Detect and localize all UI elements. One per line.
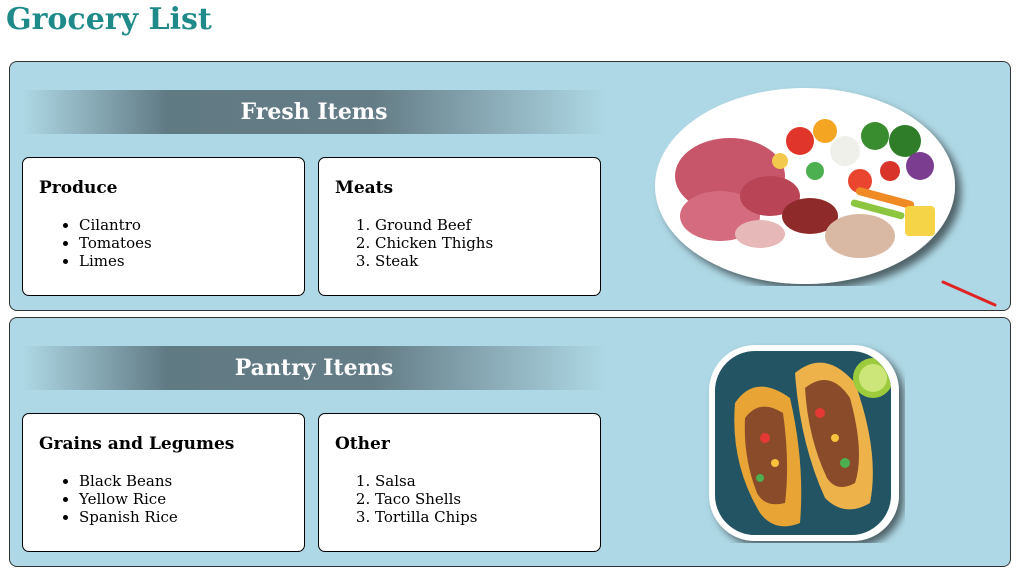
list-item: Tortilla Chips: [375, 508, 477, 526]
list-item: Tomatoes: [79, 234, 152, 252]
fresh-items-section: Fresh Items Produce Cilantro Tomatoes Li…: [9, 61, 1011, 311]
section-banner-title: Fresh Items: [240, 99, 388, 125]
pantry-items-section: Pantry Items Grains and Legumes Black Be…: [9, 317, 1011, 567]
grains-list: Black Beans Yellow Rice Spanish Rice: [39, 472, 178, 526]
card-title: Other: [335, 434, 390, 454]
list-item: Chicken Thighs: [375, 234, 493, 252]
card-title: Produce: [39, 178, 118, 198]
produce-card: Produce Cilantro Tomatoes Limes: [22, 157, 305, 296]
list-item: Salsa: [375, 472, 477, 490]
meats-list: Ground Beef Chicken Thighs Steak: [335, 216, 493, 270]
list-item: Black Beans: [79, 472, 178, 490]
section-banner-title: Pantry Items: [234, 355, 394, 381]
page-title: Grocery List: [6, 2, 212, 37]
tacos-image: [709, 345, 899, 541]
annotation-stroke: [941, 280, 997, 307]
list-item: Cilantro: [79, 216, 152, 234]
other-list: Salsa Taco Shells Tortilla Chips: [335, 472, 477, 526]
section-banner: Fresh Items: [22, 90, 606, 134]
list-item: Ground Beef: [375, 216, 493, 234]
card-title: Grains and Legumes: [39, 434, 235, 454]
grains-legumes-card: Grains and Legumes Black Beans Yellow Ri…: [22, 413, 305, 552]
card-title: Meats: [335, 178, 394, 198]
list-item: Taco Shells: [375, 490, 477, 508]
meats-card: Meats Ground Beef Chicken Thighs Steak: [318, 157, 601, 296]
other-card: Other Salsa Taco Shells Tortilla Chips: [318, 413, 601, 552]
produce-list: Cilantro Tomatoes Limes: [39, 216, 152, 270]
list-item: Yellow Rice: [79, 490, 178, 508]
fresh-food-platter-image: [655, 88, 955, 284]
section-banner: Pantry Items: [22, 346, 606, 390]
list-item: Steak: [375, 252, 493, 270]
list-item: Spanish Rice: [79, 508, 178, 526]
list-item: Limes: [79, 252, 152, 270]
